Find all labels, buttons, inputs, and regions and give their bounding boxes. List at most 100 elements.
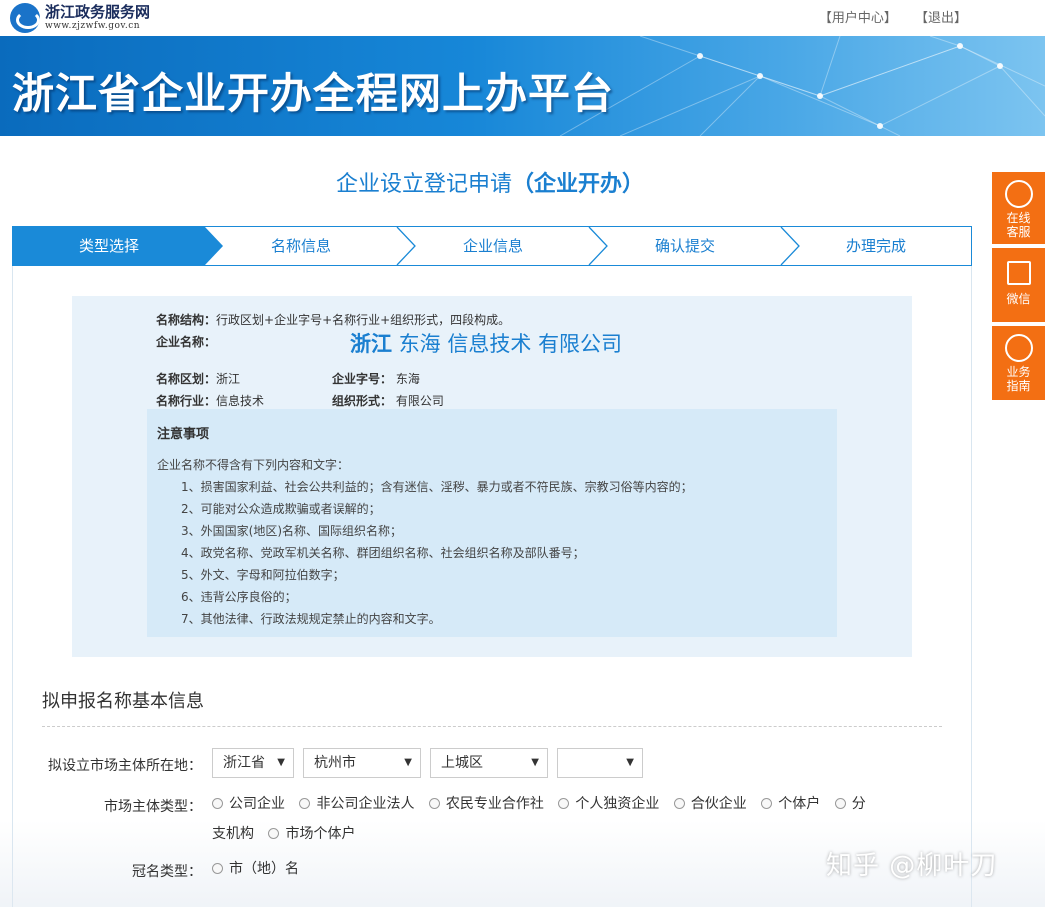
site-logo[interactable]: 浙江政务服务网 www.zjzwfw.gov.cn bbox=[10, 3, 150, 33]
radio-label: 个体户 bbox=[778, 796, 821, 812]
watermark: 知乎 @柳叶刀 bbox=[826, 851, 998, 881]
org-form-label: 组织形式： bbox=[332, 394, 393, 408]
trade-value: 东海 bbox=[395, 372, 420, 386]
service-label-1: 在线 bbox=[1006, 211, 1031, 225]
section-divider bbox=[42, 726, 942, 727]
radio-company[interactable]: 公司企业 bbox=[212, 789, 285, 819]
name-structure-row: 名称结构：行政区划+企业字号+名称行业+组织形式，四段构成。 bbox=[156, 311, 510, 328]
radio-farmer-coop[interactable]: 农民专业合作社 bbox=[428, 789, 544, 819]
radio-circle-icon bbox=[212, 863, 223, 874]
radio-label: 个人独资企业 bbox=[575, 796, 660, 812]
radio-label-branch-cont: 支机构 bbox=[212, 826, 254, 842]
type-label: 市场主体类型： bbox=[104, 799, 202, 815]
step-company-info: 企业信息 bbox=[462, 237, 523, 255]
radio-label: 农民专业合作社 bbox=[445, 796, 544, 812]
notice-box: 注意事项 企业名称不得含有下列内容和文字： 1、损害国家利益、社会公共利益的；含… bbox=[147, 409, 837, 637]
trade-row: 企业字号： 东海 bbox=[332, 370, 420, 387]
trade-label: 企业字号： bbox=[332, 372, 393, 386]
dropdown-arrow-icon: ▼ bbox=[404, 757, 412, 768]
org-form-row: 组织形式： 有限公司 bbox=[332, 392, 444, 409]
step-progress: 类型选择 名称信息 企业信息 确认提交 办理完成 bbox=[12, 226, 972, 266]
radio-city-name[interactable]: 市（地）名 bbox=[212, 854, 299, 884]
dropdown-arrow-icon: ▼ bbox=[531, 757, 539, 768]
wechat-label: 微信 bbox=[1006, 292, 1031, 306]
logo-icon bbox=[10, 3, 40, 33]
radio-label: 分 bbox=[851, 796, 866, 812]
radio-circle-icon bbox=[834, 798, 846, 809]
crown-label: 冠名类型： bbox=[132, 864, 202, 880]
region-row: 名称区划：浙江 bbox=[156, 370, 240, 387]
guide-label-1: 业务 bbox=[1006, 365, 1031, 379]
radio-label: 公司企业 bbox=[229, 796, 285, 812]
radio-circle-icon bbox=[428, 798, 440, 809]
city-select[interactable]: 杭州市 ▼ bbox=[303, 748, 421, 778]
logout-link[interactable]: 【退出】 bbox=[915, 11, 967, 26]
region-label: 名称区划： bbox=[156, 372, 217, 386]
headset-icon bbox=[1004, 180, 1033, 208]
notice-item: 2、可能对公众造成欺骗或者误解的； bbox=[181, 502, 381, 516]
district-value: 上城区 bbox=[441, 755, 483, 771]
dropdown-arrow-icon: ▼ bbox=[277, 757, 285, 768]
district-select[interactable]: 上城区 ▼ bbox=[430, 748, 548, 778]
company-name-preview: 浙江 东海 信息技术 有限公司 bbox=[350, 328, 622, 358]
wechat-button[interactable]: 微信 bbox=[992, 248, 1045, 322]
industry-row: 名称行业：信息技术 bbox=[156, 392, 264, 409]
radio-sole-proprietorship[interactable]: 个人独资企业 bbox=[558, 789, 659, 819]
radio-circle-icon bbox=[268, 828, 280, 839]
notice-intro: 企业名称不得含有下列内容和文字： bbox=[157, 458, 350, 472]
radio-label: 合伙企业 bbox=[690, 796, 747, 812]
industry-value: 信息技术 bbox=[216, 394, 265, 408]
notice-item: 6、违背公序良俗的； bbox=[181, 590, 297, 604]
page-title-text: 企业设立登记申请 bbox=[335, 172, 512, 197]
name-part-industry: 信息技术 bbox=[447, 332, 532, 356]
radio-circle-icon bbox=[212, 798, 223, 809]
guide-label-2: 指南 bbox=[1006, 379, 1031, 393]
qr-code-icon bbox=[1006, 261, 1031, 285]
radio-label: 市场个体户 bbox=[285, 826, 356, 842]
crown-radio-group: 市（地）名 bbox=[212, 854, 309, 884]
notice-item: 3、外国国家(地区)名称、国际组织名称； bbox=[181, 524, 402, 538]
radio-branch[interactable]: 分 bbox=[834, 789, 866, 819]
radio-label: 市（地）名 bbox=[229, 861, 299, 877]
step-complete: 办理完成 bbox=[845, 237, 906, 255]
dropdown-arrow-icon: ▼ bbox=[626, 757, 634, 768]
name-part-trade: 东海 bbox=[398, 332, 441, 356]
radio-partnership[interactable]: 合伙企业 bbox=[673, 789, 747, 819]
logo-url: www.zjzwfw.gov.cn bbox=[45, 21, 141, 31]
street-select[interactable]: ▼ bbox=[557, 748, 643, 778]
user-center-link[interactable]: 【用户中心】 bbox=[819, 11, 897, 26]
compass-icon bbox=[1004, 334, 1033, 362]
online-service-button[interactable]: 在线 客服 bbox=[992, 172, 1045, 244]
logo-title: 浙江政务服务网 bbox=[45, 3, 151, 21]
page-title: 企业设立登记申请（企业开办） bbox=[0, 166, 980, 198]
radio-circle-icon bbox=[761, 798, 773, 809]
service-label-2: 客服 bbox=[1006, 225, 1031, 239]
city-value: 杭州市 bbox=[314, 755, 356, 771]
company-name-label: 企业名称： bbox=[156, 333, 216, 350]
radio-label: 非公司企业法人 bbox=[316, 796, 415, 812]
notice-title: 注意事项 bbox=[157, 427, 210, 442]
banner: 浙江省企业开办全程网上办平台 bbox=[0, 36, 1045, 136]
radio-circle-icon bbox=[673, 798, 685, 809]
notice-item: 4、政党名称、党政军机关名称、群团组织名称、社会组织名称及部队番号； bbox=[181, 546, 585, 560]
province-select[interactable]: 浙江省 ▼ bbox=[212, 748, 294, 778]
radio-non-company-legal[interactable]: 非公司企业法人 bbox=[299, 789, 414, 819]
location-label: 拟设立市场主体所在地： bbox=[48, 758, 202, 774]
type-radio-group: 公司企业 非公司企业法人 农民专业合作社 个人独资企业 合伙企业 个体户 分 支… bbox=[212, 789, 892, 849]
structure-value: 行政区划+企业字号+名称行业+组织形式，四段构成。 bbox=[216, 313, 511, 327]
radio-circle-icon bbox=[558, 798, 570, 809]
banner-title: 浙江省企业开办全程网上办平台 bbox=[12, 69, 615, 118]
business-guide-button[interactable]: 业务 指南 bbox=[992, 326, 1045, 400]
step-type-select: 类型选择 bbox=[78, 237, 139, 255]
radio-market-individual[interactable]: 市场个体户 bbox=[268, 819, 355, 849]
name-part-region: 浙江 bbox=[350, 332, 392, 356]
structure-label: 名称结构： bbox=[156, 313, 217, 327]
region-value: 浙江 bbox=[216, 372, 241, 386]
notice-item: 5、外文、字母和阿拉伯数字； bbox=[181, 568, 345, 582]
radio-individual[interactable]: 个体户 bbox=[761, 789, 820, 819]
notice-item: 7、其他法律、行政法规规定禁止的内容和文字。 bbox=[181, 612, 441, 626]
company-name-label-text: 企业名称： bbox=[156, 335, 217, 349]
page-title-bold: （企业开办） bbox=[512, 172, 645, 197]
industry-label: 名称行业： bbox=[156, 394, 217, 408]
top-bar: 浙江政务服务网 www.zjzwfw.gov.cn 【用户中心】 【退出】 bbox=[0, 0, 1045, 36]
